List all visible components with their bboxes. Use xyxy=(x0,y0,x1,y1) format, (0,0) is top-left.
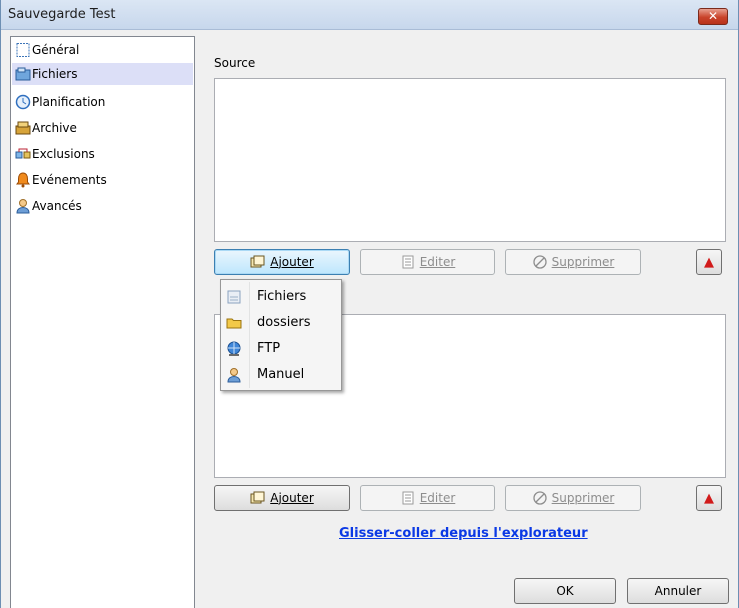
menu-item-label: FTP xyxy=(257,341,281,356)
sidebar-item-planification[interactable]: Planification xyxy=(12,91,193,113)
destination-move-up-button[interactable]: ▲ xyxy=(696,485,722,511)
dialog-window: Sauvegarde Test ✕ Général Fichiers Plani… xyxy=(0,0,739,608)
menu-item-label: Fichiers xyxy=(257,289,307,304)
user-icon xyxy=(15,198,31,214)
edit-icon xyxy=(400,255,416,269)
destination-delete-button[interactable]: Supprimer xyxy=(505,485,641,511)
source-delete-button[interactable]: Supprimer xyxy=(505,249,641,275)
sidebar-item-label: Général xyxy=(32,43,80,57)
drag-drop-link[interactable]: Glisser-coller depuis l'explorateur xyxy=(339,526,588,541)
clock-icon xyxy=(15,94,31,110)
file-icon xyxy=(226,289,242,305)
source-edit-label: Editer xyxy=(419,255,456,269)
menu-item-files[interactable]: Fichiers xyxy=(223,284,339,309)
delete-icon xyxy=(532,255,548,269)
menu-item-folders[interactable]: dossiers xyxy=(223,310,339,335)
destination-edit-label: Editer xyxy=(419,491,456,505)
source-delete-label: Supprimer xyxy=(551,255,615,269)
source-add-button[interactable]: Ajouter xyxy=(214,249,350,275)
destination-add-button[interactable]: Ajouter xyxy=(214,485,350,511)
sidebar-item-label: Avancés xyxy=(32,199,82,213)
title-bar[interactable]: Sauvegarde Test ✕ xyxy=(1,0,738,30)
manual-user-icon xyxy=(226,367,242,383)
sidebar-item-label: Fichiers xyxy=(32,67,78,81)
sidebar-item-label: Archive xyxy=(32,121,77,135)
ok-button[interactable]: OK xyxy=(514,578,616,604)
folder-icon xyxy=(226,315,242,331)
destination-add-label: Ajouter xyxy=(270,491,314,505)
add-files-icon xyxy=(250,491,266,505)
general-icon xyxy=(15,42,31,58)
ftp-globe-icon xyxy=(226,341,242,357)
close-button[interactable]: ✕ xyxy=(698,8,728,25)
menu-item-label: Manuel xyxy=(257,367,305,382)
menu-item-manual[interactable]: Manuel xyxy=(223,362,339,387)
sidebar-item-label: Evénements xyxy=(32,173,107,187)
sidebar-item-advanced[interactable]: Avancés xyxy=(12,195,193,217)
bell-icon xyxy=(15,172,31,188)
sidebar-item-label: Planification xyxy=(32,95,106,109)
source-edit-button[interactable]: Editer xyxy=(360,249,495,275)
delete-icon xyxy=(532,491,548,505)
sidebar-nav: Général Fichiers Planification Archive E… xyxy=(10,36,195,608)
archive-icon xyxy=(15,120,31,136)
add-files-icon xyxy=(250,255,266,269)
window-title: Sauvegarde Test xyxy=(8,7,116,22)
sidebar-item-label: Exclusions xyxy=(32,147,95,161)
source-label: Source xyxy=(214,56,256,70)
source-add-label: Ajouter xyxy=(270,255,314,269)
files-icon xyxy=(15,66,31,82)
menu-item-ftp[interactable]: FTP xyxy=(223,336,339,361)
source-list[interactable] xyxy=(214,78,726,242)
sidebar-item-events[interactable]: Evénements xyxy=(12,169,193,191)
menu-item-label: dossiers xyxy=(257,315,311,330)
sidebar-item-exclusions[interactable]: Exclusions xyxy=(12,143,193,165)
sidebar-item-files[interactable]: Fichiers xyxy=(12,63,193,85)
edit-icon xyxy=(400,491,416,505)
add-dropdown-menu: Fichiers dossiers FTP Manuel xyxy=(220,279,342,391)
destination-delete-label: Supprimer xyxy=(551,491,615,505)
destination-edit-button[interactable]: Editer xyxy=(360,485,495,511)
sidebar-item-archive[interactable]: Archive xyxy=(12,117,193,139)
source-move-up-button[interactable]: ▲ xyxy=(696,249,722,275)
cancel-button[interactable]: Annuler xyxy=(627,578,729,604)
exclusions-icon xyxy=(15,146,31,162)
sidebar-item-general[interactable]: Général xyxy=(12,39,193,61)
up-arrow-icon: ▲ xyxy=(704,254,714,270)
up-arrow-icon: ▲ xyxy=(704,490,714,506)
